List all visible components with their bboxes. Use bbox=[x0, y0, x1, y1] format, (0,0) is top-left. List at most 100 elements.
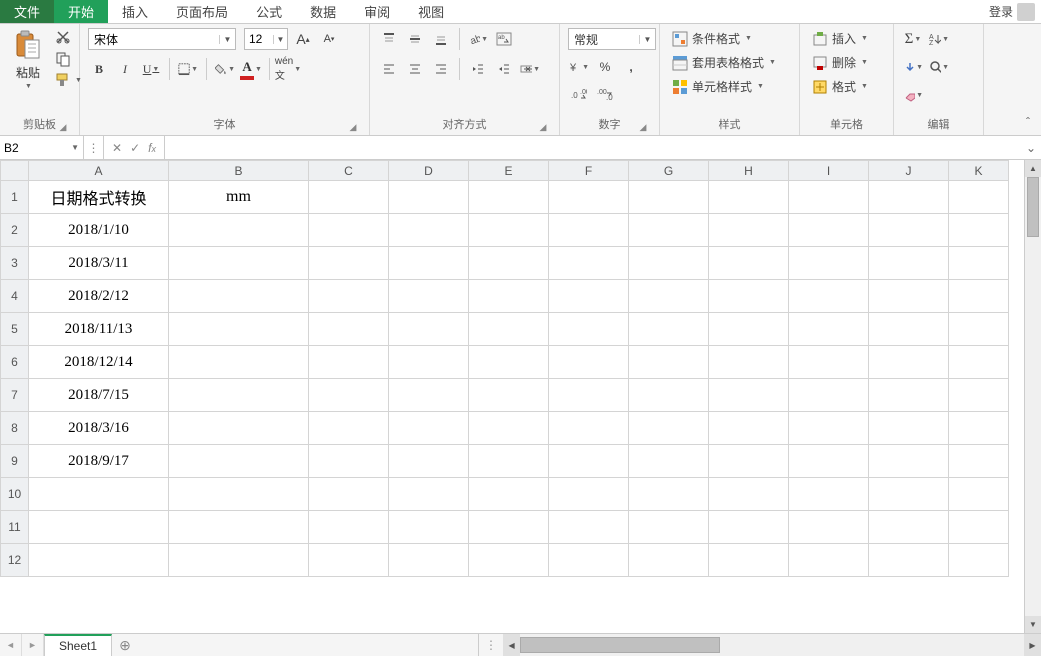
autosum-button[interactable]: Σ▼ bbox=[902, 28, 924, 50]
cell-H12[interactable] bbox=[709, 544, 789, 577]
cell-A6[interactable]: 2018/12/14 bbox=[29, 346, 169, 379]
cell-J8[interactable] bbox=[869, 412, 949, 445]
cell-A3[interactable]: 2018/3/11 bbox=[29, 247, 169, 280]
scroll-thumb[interactable] bbox=[1027, 177, 1039, 237]
sheet-nav-first[interactable]: ◄ bbox=[0, 634, 22, 656]
name-box[interactable]: ▼ bbox=[0, 136, 84, 159]
expand-namebox-button[interactable]: ⋮ bbox=[84, 136, 104, 159]
increase-font-button[interactable]: A▴ bbox=[292, 28, 314, 50]
row-header-8[interactable]: 8 bbox=[1, 412, 29, 445]
cell-H7[interactable] bbox=[709, 379, 789, 412]
cell-F12[interactable] bbox=[549, 544, 629, 577]
cell-G3[interactable] bbox=[629, 247, 709, 280]
cell-H6[interactable] bbox=[709, 346, 789, 379]
cell-I10[interactable] bbox=[789, 478, 869, 511]
cell-G11[interactable] bbox=[629, 511, 709, 544]
cell-C4[interactable] bbox=[309, 280, 389, 313]
orientation-button[interactable]: ab▼ bbox=[467, 28, 489, 50]
cell-K10[interactable] bbox=[949, 478, 1009, 511]
cell-F10[interactable] bbox=[549, 478, 629, 511]
tab-review[interactable]: 审阅 bbox=[350, 0, 404, 23]
cell-H3[interactable] bbox=[709, 247, 789, 280]
cell-F2[interactable] bbox=[549, 214, 629, 247]
cell-B12[interactable] bbox=[169, 544, 309, 577]
add-sheet-button[interactable]: ⊕ bbox=[112, 637, 138, 654]
cell-J5[interactable] bbox=[869, 313, 949, 346]
tab-data[interactable]: 数据 bbox=[296, 0, 350, 23]
tab-file[interactable]: 文件 bbox=[0, 0, 54, 23]
hscroll-track[interactable] bbox=[520, 634, 1024, 656]
cell-E4[interactable] bbox=[469, 280, 549, 313]
cell-A4[interactable]: 2018/2/12 bbox=[29, 280, 169, 313]
cell-B8[interactable] bbox=[169, 412, 309, 445]
cell-D6[interactable] bbox=[389, 346, 469, 379]
cell-B9[interactable] bbox=[169, 445, 309, 478]
scroll-down-button[interactable]: ▼ bbox=[1025, 616, 1041, 633]
cell-C2[interactable] bbox=[309, 214, 389, 247]
row-header-11[interactable]: 11 bbox=[1, 511, 29, 544]
col-header-K[interactable]: K bbox=[949, 161, 1009, 181]
cell-J6[interactable] bbox=[869, 346, 949, 379]
cell-D8[interactable] bbox=[389, 412, 469, 445]
cell-A2[interactable]: 2018/1/10 bbox=[29, 214, 169, 247]
increase-decimal-button[interactable]: .0.00 bbox=[568, 84, 590, 106]
copy-button[interactable] bbox=[54, 50, 72, 68]
cell-B1[interactable]: mm bbox=[169, 181, 309, 214]
cell-I4[interactable] bbox=[789, 280, 869, 313]
hscroll-thumb[interactable] bbox=[520, 637, 720, 653]
align-right-button[interactable] bbox=[430, 58, 452, 80]
wrap-text-button[interactable]: ab bbox=[493, 28, 515, 50]
cell-G9[interactable] bbox=[629, 445, 709, 478]
cell-I3[interactable] bbox=[789, 247, 869, 280]
col-header-B[interactable]: B bbox=[169, 161, 309, 181]
enter-formula-button[interactable]: ✓ bbox=[130, 141, 140, 155]
cell-K4[interactable] bbox=[949, 280, 1009, 313]
tab-formula[interactable]: 公式 bbox=[242, 0, 296, 23]
fill-color-button[interactable]: ▼ bbox=[214, 58, 236, 80]
scroll-track[interactable] bbox=[1025, 177, 1041, 616]
row-header-7[interactable]: 7 bbox=[1, 379, 29, 412]
row-header-3[interactable]: 3 bbox=[1, 247, 29, 280]
paste-button[interactable]: 粘贴 ▼ bbox=[8, 28, 48, 92]
font-size-input[interactable] bbox=[245, 32, 273, 46]
cell-H10[interactable] bbox=[709, 478, 789, 511]
cell-B4[interactable] bbox=[169, 280, 309, 313]
cell-K7[interactable] bbox=[949, 379, 1009, 412]
cell-E9[interactable] bbox=[469, 445, 549, 478]
clear-button[interactable]: ▼ bbox=[902, 84, 924, 106]
cell-H9[interactable] bbox=[709, 445, 789, 478]
cell-E11[interactable] bbox=[469, 511, 549, 544]
formula-input[interactable] bbox=[171, 141, 1015, 155]
col-header-I[interactable]: I bbox=[789, 161, 869, 181]
align-bottom-button[interactable] bbox=[430, 28, 452, 50]
delete-cells-button[interactable]: 删除▼ bbox=[808, 52, 872, 73]
accounting-format-button[interactable]: ¥▼ bbox=[568, 56, 590, 78]
cell-D7[interactable] bbox=[389, 379, 469, 412]
cell-F6[interactable] bbox=[549, 346, 629, 379]
sheet-tab-1[interactable]: Sheet1 bbox=[44, 634, 112, 656]
font-name-input[interactable] bbox=[89, 32, 219, 46]
cell-C6[interactable] bbox=[309, 346, 389, 379]
cell-G5[interactable] bbox=[629, 313, 709, 346]
row-header-4[interactable]: 4 bbox=[1, 280, 29, 313]
cell-F9[interactable] bbox=[549, 445, 629, 478]
cell-styles-button[interactable]: 单元格样式▼ bbox=[668, 76, 768, 97]
cell-K8[interactable] bbox=[949, 412, 1009, 445]
cancel-formula-button[interactable]: ✕ bbox=[112, 141, 122, 155]
border-button[interactable]: ▼ bbox=[177, 58, 199, 80]
cell-D9[interactable] bbox=[389, 445, 469, 478]
cell-K5[interactable] bbox=[949, 313, 1009, 346]
cell-K12[interactable] bbox=[949, 544, 1009, 577]
col-header-F[interactable]: F bbox=[549, 161, 629, 181]
row-header-2[interactable]: 2 bbox=[1, 214, 29, 247]
cell-A9[interactable]: 2018/9/17 bbox=[29, 445, 169, 478]
tab-layout[interactable]: 页面布局 bbox=[162, 0, 242, 23]
cell-C11[interactable] bbox=[309, 511, 389, 544]
vertical-scrollbar[interactable]: ▲ ▼ bbox=[1024, 160, 1041, 633]
cell-D5[interactable] bbox=[389, 313, 469, 346]
row-header-6[interactable]: 6 bbox=[1, 346, 29, 379]
cell-K2[interactable] bbox=[949, 214, 1009, 247]
cell-G10[interactable] bbox=[629, 478, 709, 511]
cell-E5[interactable] bbox=[469, 313, 549, 346]
decrease-decimal-button[interactable]: .00.0 bbox=[594, 84, 616, 106]
